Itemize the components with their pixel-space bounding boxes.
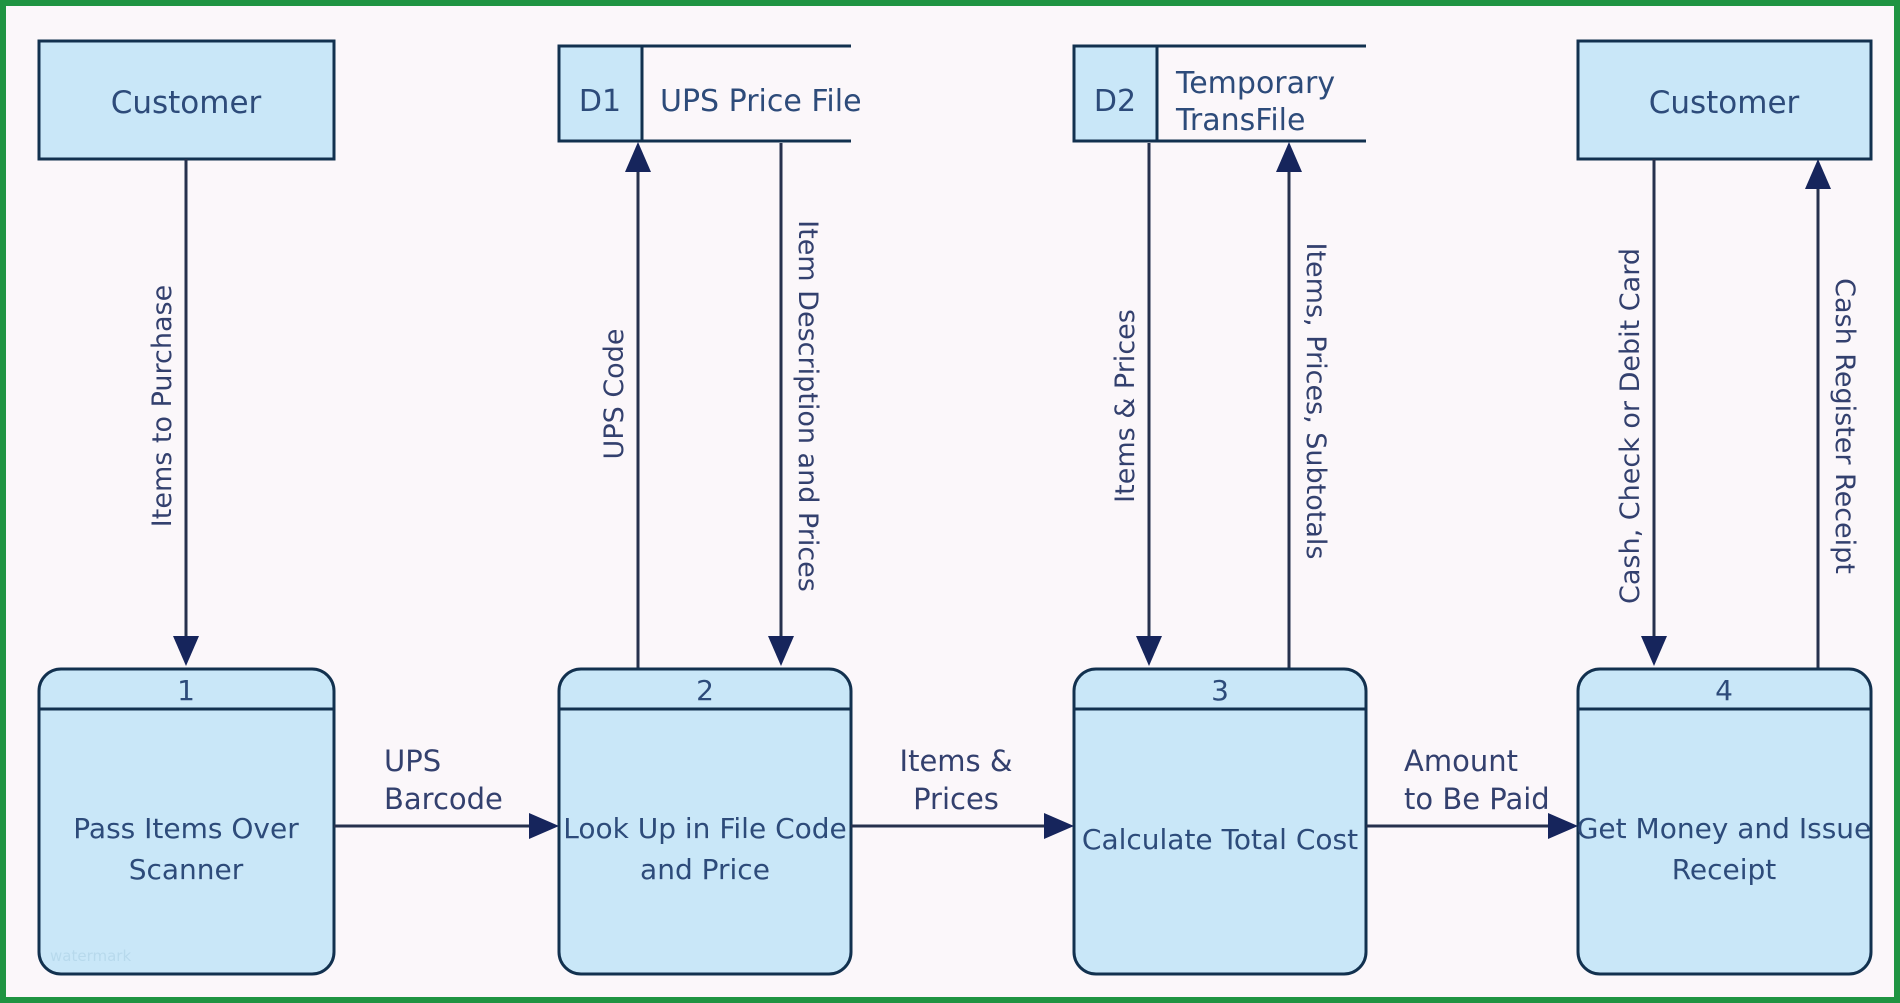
- process-title-line2: Scanner: [129, 853, 244, 886]
- flow-items-to-purchase[interactable]: Items to Purchase: [147, 159, 199, 666]
- flow-label-line1: Amount: [1404, 744, 1518, 778]
- flow-label: Items to Purchase: [147, 285, 178, 527]
- flow-item-description-and-prices[interactable]: Item Description and Prices: [768, 143, 823, 666]
- process-title-line1: Look Up in File Code: [563, 812, 847, 845]
- flow-cash-check-debit-card[interactable]: Cash, Check or Debit Card: [1615, 159, 1667, 666]
- process-4[interactable]: 4 Get Money and Issue Receipt: [1576, 667, 1873, 976]
- process-2[interactable]: 2 Look Up in File Code and Price: [557, 667, 853, 976]
- flow-items-and-prices-store[interactable]: Items & Prices: [1110, 143, 1162, 666]
- data-store-name-line1: Temporary: [1175, 66, 1335, 101]
- arrow-head-down-icon: [173, 636, 199, 666]
- process-number: 3: [1211, 674, 1229, 707]
- process-number: 2: [696, 674, 714, 707]
- process-title-line2: and Price: [640, 853, 770, 886]
- arrow-head-down-icon: [1641, 636, 1667, 666]
- data-store-d2[interactable]: D2 Temporary TransFile: [1072, 44, 1366, 143]
- process-title-line2: Receipt: [1672, 853, 1777, 886]
- process-box-shape: [1072, 667, 1368, 976]
- process-watermark: watermark: [50, 947, 131, 965]
- flow-label: Cash Register Receipt: [1829, 278, 1860, 574]
- process-title-line1: Get Money and Issue: [1577, 812, 1872, 845]
- external-entity-customer-left[interactable]: Customer: [37, 39, 336, 161]
- arrow-head-right-icon: [1548, 813, 1578, 839]
- arrow-head-right-icon: [529, 813, 559, 839]
- flow-label-line2: Barcode: [384, 782, 503, 816]
- arrow-head-up-icon: [1276, 142, 1302, 172]
- external-entity-label: Customer: [111, 85, 262, 121]
- data-store-id: D2: [1094, 84, 1136, 119]
- flow-ups-code[interactable]: UPS Code: [599, 142, 651, 671]
- data-store-name-line2: TransFile: [1175, 103, 1305, 138]
- flow-label: Item Description and Prices: [792, 220, 823, 592]
- flow-ups-barcode[interactable]: UPS Barcode: [334, 744, 559, 839]
- flow-cash-register-receipt[interactable]: Cash Register Receipt: [1805, 159, 1860, 671]
- external-entity-customer-right[interactable]: Customer: [1576, 39, 1873, 161]
- flow-label-line1: Items &: [900, 744, 1013, 778]
- process-number: 4: [1715, 674, 1733, 707]
- flow-label: Cash, Check or Debit Card: [1615, 248, 1646, 604]
- dfd-canvas: Customer D1 UPS Price File D2 Temporary …: [37, 39, 1873, 976]
- flow-label: UPS Code: [599, 329, 630, 460]
- flow-amount-to-be-paid[interactable]: Amount to Be Paid: [1366, 744, 1578, 839]
- flow-label-line2: to Be Paid: [1404, 782, 1550, 816]
- arrow-head-up-icon: [625, 142, 651, 172]
- arrow-head-down-icon: [1136, 636, 1162, 666]
- process-1[interactable]: 1 Pass Items Over Scanner watermark: [37, 667, 336, 976]
- flow-label-line1: UPS: [384, 744, 441, 778]
- arrow-head-down-icon: [768, 636, 794, 666]
- process-title-line1: Calculate Total Cost: [1082, 823, 1358, 856]
- process-3[interactable]: 3 Calculate Total Cost: [1072, 667, 1368, 976]
- process-title-line1: Pass Items Over: [73, 812, 299, 845]
- arrow-head-right-icon: [1044, 813, 1074, 839]
- flow-items-prices-horizontal[interactable]: Items & Prices: [851, 744, 1074, 839]
- flow-label: Items, Prices, Subtotals: [1300, 243, 1331, 560]
- flow-label-line2: Prices: [913, 782, 999, 816]
- data-store-name: UPS Price File: [660, 84, 862, 119]
- flow-label: Items & Prices: [1110, 309, 1141, 503]
- data-store-d1[interactable]: D1 UPS Price File: [557, 44, 862, 143]
- diagram-page: Customer D1 UPS Price File D2 Temporary …: [0, 0, 1900, 1003]
- arrow-head-up-icon: [1805, 159, 1831, 189]
- process-number: 1: [177, 674, 195, 707]
- flow-items-prices-subtotals[interactable]: Items, Prices, Subtotals: [1276, 142, 1331, 671]
- data-store-id: D1: [579, 84, 621, 119]
- external-entity-label: Customer: [1649, 85, 1800, 121]
